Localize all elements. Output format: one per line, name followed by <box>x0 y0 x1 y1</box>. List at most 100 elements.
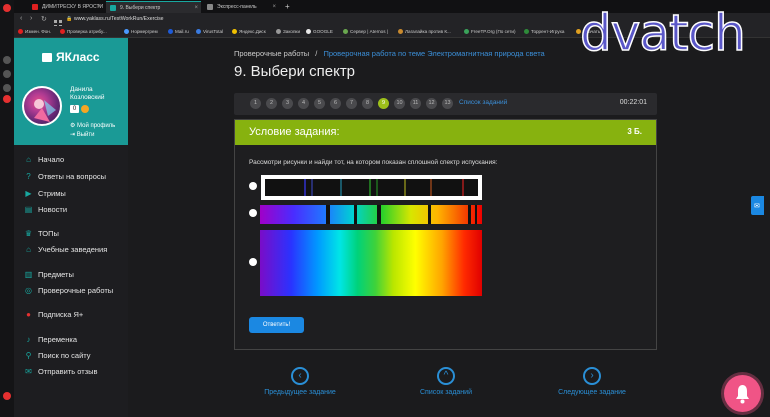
bookmark-icon <box>124 29 129 34</box>
avatar[interactable] <box>22 86 62 126</box>
bookmark-item[interactable]: Mail.ru <box>168 26 189 38</box>
bookmark-item[interactable]: FreeTP.Org (По сети) <box>464 26 516 38</box>
speed-dial-icon[interactable] <box>3 56 11 64</box>
sidebar-item-answers[interactable]: ? Ответы на вопросы <box>24 172 106 181</box>
forward-icon[interactable]: › <box>30 15 32 22</box>
bookmark-label: GOOGLE <box>313 29 333 34</box>
user-last-name: Козловский <box>70 94 105 101</box>
sidebar-item-label: Поиск по сайту <box>38 351 91 360</box>
prev-task-link[interactable]: ‹ Предыдущее задание <box>260 367 340 396</box>
bookmark-item[interactable]: Яндекс.Диск <box>232 26 266 38</box>
sidebar-item-subscription[interactable]: ● Подписка Я+ <box>24 310 83 319</box>
sidebar-item-break[interactable]: ♪ Переменка <box>24 335 78 344</box>
bookmarks-icon[interactable] <box>3 70 11 78</box>
close-icon[interactable]: × <box>194 2 198 13</box>
option-3-continuous-spectrum <box>260 230 482 296</box>
sidebar-item-home[interactable]: ⌂ Начало <box>24 155 64 164</box>
bookmark-item[interactable]: Проверка атрибу... <box>60 26 107 38</box>
sidebar-item-feedback[interactable]: ✉ Отправить отзыв <box>24 367 97 376</box>
bookmark-item[interactable]: Измен. Фон. <box>18 26 51 38</box>
opera-menu-icon[interactable] <box>3 4 11 12</box>
step-12[interactable]: 12 <box>426 98 437 109</box>
step-7[interactable]: 7 <box>346 98 357 109</box>
step-10[interactable]: 10 <box>394 98 405 109</box>
page-title: 9. Выбери спектр <box>234 63 356 80</box>
sidebar-item-news[interactable]: ▤ Новости <box>24 205 67 214</box>
bookmark-item[interactable]: VirusTotal <box>196 26 223 38</box>
question-icon: ? <box>26 172 31 181</box>
my-profile-link[interactable]: ⚙ Мой профиль <box>70 122 115 129</box>
bookmark-label: VirusTotal <box>203 29 224 34</box>
tab-label: 9. Выбери спектр <box>120 5 161 11</box>
option-1-radio[interactable] <box>249 182 257 190</box>
close-icon[interactable]: × <box>272 1 276 13</box>
feedback-tab[interactable]: ✉ <box>751 196 764 215</box>
bookmark-item[interactable]: GOOGLE <box>306 26 333 38</box>
sidebar-item-search[interactable]: ⚲ Поиск по сайту <box>24 351 91 360</box>
sidebar-item-subjects[interactable]: ▥ Предметы <box>24 270 74 279</box>
line-spectrum-image <box>265 179 478 196</box>
arrow-left-icon: ‹ <box>291 367 309 385</box>
option-1-line-spectrum <box>261 175 482 200</box>
new-tab-button[interactable]: + <box>282 1 294 13</box>
step-2[interactable]: 2 <box>266 98 277 109</box>
sidebar-item-schools[interactable]: ⌂ Учебные заведения <box>24 245 107 254</box>
step-3[interactable]: 3 <box>282 98 293 109</box>
bookmark-icon <box>398 29 403 34</box>
news-icon[interactable] <box>3 95 11 103</box>
bookmark-item[interactable]: Закопки <box>276 26 300 38</box>
tab-dimitrescu[interactable]: ДИМИТРЕСКУ В ЯРОСТИ × <box>28 1 104 13</box>
task-list-link[interactable]: Список заданий <box>459 99 507 106</box>
bookmark-icon <box>306 29 311 34</box>
option-2-radio[interactable] <box>249 209 257 217</box>
breadcrumb-root[interactable]: Проверочные работы <box>234 49 309 58</box>
question-text: Рассмотри рисунки и найди тот, на которо… <box>249 159 498 166</box>
news-icon: ▤ <box>24 205 33 214</box>
prev-task-label: Предыдущее задание <box>264 389 336 396</box>
step-13[interactable]: 13 <box>442 98 453 109</box>
url-field[interactable]: www.yaklass.ru/TestWorkRun/Exercise <box>74 15 164 24</box>
option-3-radio[interactable] <box>249 258 257 266</box>
step-1[interactable]: 1 <box>250 98 261 109</box>
grid-icon[interactable] <box>54 15 62 28</box>
step-6[interactable]: 6 <box>330 98 341 109</box>
task-list-bottom-link[interactable]: ^ Список заданий <box>406 367 486 396</box>
arrow-up-icon: ^ <box>437 367 455 385</box>
next-task-link[interactable]: › Следующее задание <box>552 367 632 396</box>
step-11[interactable]: 11 <box>410 98 421 109</box>
close-icon[interactable]: × <box>97 1 101 13</box>
sidebar-item-label: Стримы <box>38 189 66 198</box>
history-icon[interactable] <box>3 84 11 92</box>
task-header: Условие задания: 3 Б. <box>235 120 656 145</box>
bookmark-item[interactable]: Торрент-Игруха <box>524 26 564 38</box>
bookmark-label: Лагалайка против К... <box>405 29 451 34</box>
sidebar-item-streams[interactable]: ▶ Стримы <box>24 189 66 198</box>
settings-icon[interactable] <box>3 392 11 400</box>
step-9-current[interactable]: 9 <box>378 98 389 109</box>
logout-label: Выйти <box>76 132 95 138</box>
breadcrumb-current[interactable]: Проверочная работа по теме Электромагнит… <box>323 49 544 58</box>
bookmark-label: FreeTP.Org (По сети) <box>471 29 516 34</box>
logo-bar[interactable]: ЯКласс <box>14 38 128 78</box>
step-8[interactable]: 8 <box>362 98 373 109</box>
bookmark-item[interactable]: Сервер | Aternos | <box>343 26 388 38</box>
subscription-icon: ● <box>26 310 31 319</box>
notification-bell-button[interactable] <box>724 375 761 412</box>
bookmark-label: Яндекс.Диск <box>239 29 266 34</box>
sidebar-item-tops[interactable]: ♛ ТОПы <box>24 229 59 238</box>
answer-button[interactable]: Ответить! <box>249 317 304 333</box>
step-5[interactable]: 5 <box>314 98 325 109</box>
bookmark-item[interactable]: Лагалайка против К... <box>398 26 451 38</box>
yaklass-icon <box>110 5 116 11</box>
back-icon[interactable]: ‹ <box>20 15 22 22</box>
sidebar-item-tests[interactable]: ◎ Проверочные работы <box>24 286 113 295</box>
bookmark-item[interactable]: Нормергрем <box>124 26 158 38</box>
logout-link[interactable]: ⇥ Выйти <box>70 131 94 138</box>
tab-exercise[interactable]: 9. Выбери спектр × <box>106 1 201 13</box>
sidebar-item-label: Начало <box>38 155 65 164</box>
condition-label: Условие задания: <box>249 126 340 138</box>
reload-icon[interactable]: ↻ <box>41 15 47 23</box>
breadcrumb: Проверочные работы / Проверочная работа … <box>234 49 545 58</box>
step-4[interactable]: 4 <box>298 98 309 109</box>
tab-speed-dial[interactable]: Экспресс-панель × <box>203 1 279 13</box>
